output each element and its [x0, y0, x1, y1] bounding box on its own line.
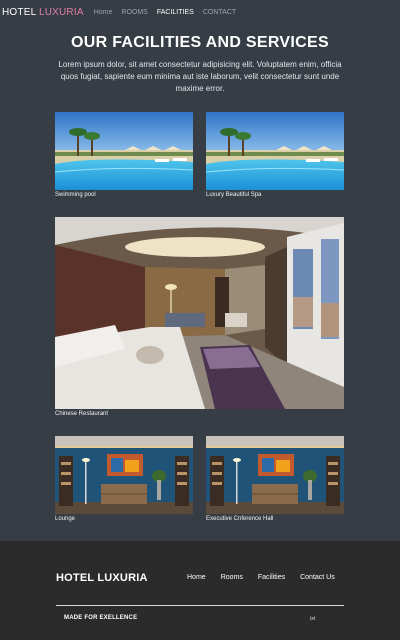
footer-link-contact[interactable]: Contact Us — [300, 574, 335, 581]
footer-divider — [56, 605, 344, 606]
top-navbar: HOTEL LUXURIA Home ROOMS FACILITIES CONT… — [0, 0, 400, 24]
footer-link-home[interactable]: Home — [187, 574, 206, 581]
nav-link-contact[interactable]: CONTACT — [203, 9, 236, 16]
facility-caption: Swimming pool — [55, 192, 96, 198]
footer-link-facilities[interactable]: Facilities — [258, 574, 285, 581]
lounge-photo — [206, 436, 344, 514]
brand-hotel: HOTEL — [2, 6, 39, 18]
pool-photo — [206, 112, 344, 190]
facility-caption: Luxury Beautiful Spa — [206, 192, 262, 198]
footer: HOTEL LUXURIA Home Rooms Facilities Cont… — [0, 541, 400, 640]
facility-card-conference-hall: Executive Cnference Hall — [206, 436, 344, 522]
facility-caption: Lounge — [55, 516, 76, 522]
nav-link-home[interactable]: Home — [94, 9, 113, 16]
pool-photo — [55, 112, 193, 190]
facility-caption: Chinese Restaurant — [55, 411, 109, 417]
facility-card-swimming-pool: Swimming pool — [55, 112, 193, 198]
nav-link-rooms[interactable]: ROOMS — [121, 9, 147, 16]
facility-card-spa: Luxury Beautiful Spa — [206, 112, 344, 198]
nav-link-facilities[interactable]: FACILITIES — [157, 9, 194, 16]
facility-card-restaurant: Chinese Restaurant — [55, 217, 344, 417]
footer-brand[interactable]: HOTEL LUXURIA — [56, 572, 148, 584]
page-title: OUR FACILITIES AND SERVICES — [71, 34, 329, 51]
lounge-photo — [55, 436, 193, 514]
nav-links: Home ROOMS FACILITIES CONTACT — [94, 9, 236, 16]
brand-luxuria: LUXURIA — [38, 6, 84, 18]
footer-links: Home Rooms Facilities Contact Us — [187, 574, 335, 581]
hotel-room-photo — [55, 217, 344, 409]
brand-logo[interactable]: HOTEL LUXURIA — [2, 7, 84, 18]
footer-link-rooms[interactable]: Rooms — [221, 574, 243, 581]
footer-small-text: txt — [310, 616, 316, 622]
facility-caption: Executive Cnference Hall — [206, 516, 274, 522]
footer-tagline: MADE FOR EXELLENCE — [64, 615, 138, 621]
facility-card-lounge: Lounge — [55, 436, 193, 522]
intro-paragraph: Lorem ipsum dolor, sit amet consectetur … — [58, 60, 342, 93]
